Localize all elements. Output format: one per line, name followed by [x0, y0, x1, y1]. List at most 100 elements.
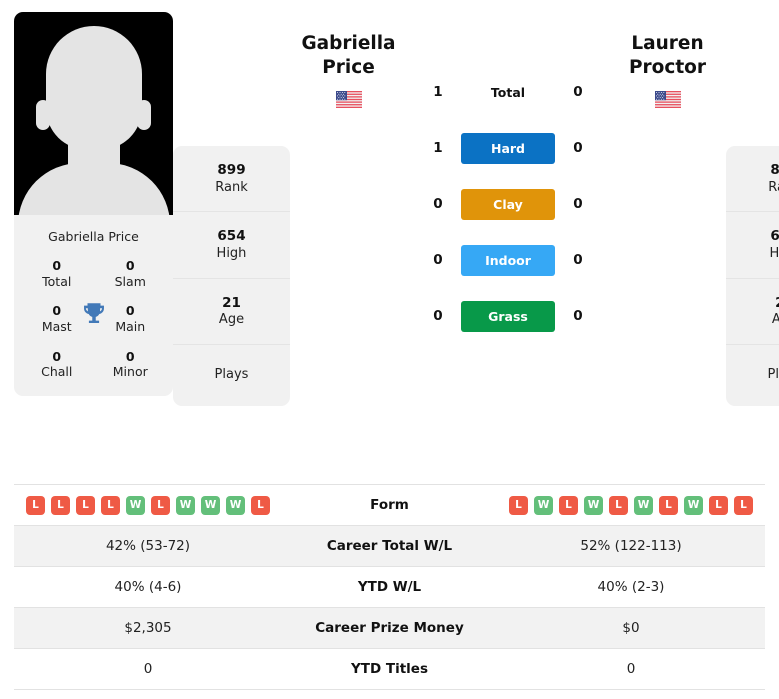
- table-row-ytd-wl: 40% (4-6) YTD W/L 40% (2-3): [14, 567, 765, 608]
- form-badge-win: W: [126, 495, 145, 515]
- form-badge-loss: L: [76, 495, 95, 515]
- avatar-body-shape: [17, 163, 170, 215]
- left-stat-rank: 899 Rank: [173, 146, 290, 213]
- left-title-minor-label: Minor: [112, 364, 148, 380]
- h2h-row-clay: 0 Clay 0: [415, 176, 601, 232]
- left-title-chall-value: 0: [52, 348, 62, 364]
- form-badge-loss: L: [51, 495, 70, 515]
- left-stat-rank-label: Rank: [215, 179, 248, 195]
- h2h-clay-surface-badge[interactable]: Clay: [461, 188, 555, 220]
- comparison-table: LLLLWLWWWL Form LWLWLWLWLL 42% (53-72) C…: [14, 484, 765, 690]
- form-badge-win: W: [584, 495, 603, 515]
- avatar-ear-right-shape: [137, 100, 151, 130]
- table-row-career-total-wl: 42% (53-72) Career Total W/L 52% (122-11…: [14, 526, 765, 567]
- left-title-slam-value: 0: [125, 258, 135, 273]
- left-stat-plays: Plays: [173, 345, 290, 406]
- player-comparison-page: Gabriella Price 0 Total 0 Slam 0 Mast 0 …: [0, 0, 779, 699]
- right-player-last-name: Proctor: [628, 57, 707, 79]
- form-badge-loss: L: [734, 495, 753, 515]
- row-label-ytd-wl: YTD W/L: [357, 579, 422, 595]
- right-stat-age: 27 Age: [726, 279, 779, 346]
- form-badge-win: W: [226, 495, 245, 515]
- form-badge-win: W: [634, 495, 653, 515]
- right-stat-plays-label: Plays: [767, 367, 779, 383]
- left-career-prize-money-value: $2,305: [124, 620, 172, 636]
- left-ytd-titles-value: 0: [143, 661, 153, 677]
- form-badge-loss: L: [559, 495, 578, 515]
- form-badge-loss: L: [101, 495, 120, 515]
- h2h-hard-surface-badge[interactable]: Hard: [461, 132, 555, 164]
- h2h-indoor-left-value: 0: [433, 252, 443, 268]
- left-title-minor-value: 0: [125, 348, 135, 364]
- row-label-form: Form: [370, 497, 409, 513]
- right-stat-rank-label: Rank: [768, 179, 779, 195]
- right-stat-rank-value: 872: [770, 162, 779, 178]
- right-stat-high-label: High: [769, 245, 779, 261]
- h2h-grass-surface-badge[interactable]: Grass: [461, 300, 555, 332]
- right-stat-age-label: Age: [771, 312, 779, 328]
- form-badge-loss: L: [151, 495, 170, 515]
- h2h-clay-left-value: 0: [433, 196, 443, 212]
- row-label-career-prize-money: Career Prize Money: [315, 620, 464, 636]
- right-career-prize-money-value: $0: [622, 620, 640, 636]
- h2h-clay-right-value: 0: [573, 196, 583, 212]
- right-player-first-name: Lauren: [631, 33, 704, 54]
- right-form-strip: LWLWLWLWLL: [503, 495, 759, 515]
- right-ytd-titles-value: 0: [626, 661, 636, 677]
- h2h-row-indoor: 0 Indoor 0: [415, 232, 601, 288]
- right-player-name-block: Lauren Proctor: [609, 12, 726, 109]
- form-badge-win: W: [176, 495, 195, 515]
- form-badge-win: W: [534, 495, 553, 515]
- left-form-cell: LLLLWLWWWL: [14, 486, 282, 525]
- right-stat-high: 606 High: [726, 212, 779, 279]
- trophy-icon: [81, 300, 107, 326]
- h2h-indoor-surface-badge[interactable]: Indoor: [461, 244, 555, 276]
- h2h-grass-left-value: 0: [433, 308, 443, 324]
- left-stat-rank-value: 899: [217, 162, 246, 178]
- table-row-career-prize-money: $2,305 Career Prize Money $0: [14, 608, 765, 649]
- h2h-grass-right-value: 0: [573, 308, 583, 324]
- left-player-first-name: Gabriella: [301, 33, 396, 54]
- left-title-minor: 0 Minor: [94, 349, 168, 380]
- left-stat-age-label: Age: [218, 312, 245, 328]
- row-label-ytd-titles: YTD Titles: [351, 661, 428, 677]
- form-badge-loss: L: [609, 495, 628, 515]
- h2h-hard-right-value: 0: [573, 140, 583, 156]
- right-stat-rank: 872 Rank: [726, 146, 779, 213]
- top-comparison-area: Gabriella Price 0 Total 0 Slam 0 Mast 0 …: [0, 0, 779, 470]
- left-player-stat-card: 899 Rank 654 High 21 Age Plays: [173, 146, 290, 407]
- left-player-name-block: Gabriella Price: [290, 12, 407, 109]
- h2h-row-grass: 0 Grass 0: [415, 288, 601, 344]
- left-player-photo-name: Gabriella Price: [48, 229, 139, 244]
- left-title-chall: 0 Chall: [20, 349, 94, 380]
- left-player-us-flag-icon: [290, 91, 407, 109]
- left-player-last-name: Price: [322, 57, 375, 79]
- right-stat-plays: Plays: [726, 345, 779, 406]
- left-form-strip: LLLLWLWWWL: [20, 495, 276, 515]
- left-player-titles-grid: 0 Total 0 Slam 0 Mast 0 Main 0 Chall 0 M…: [14, 256, 173, 396]
- form-badge-loss: L: [509, 495, 528, 515]
- form-badge-win: W: [201, 495, 220, 515]
- left-player-photo-card[interactable]: Gabriella Price 0 Total 0 Slam 0 Mast 0 …: [14, 12, 173, 396]
- left-ytd-wl-value: 40% (4-6): [114, 579, 182, 595]
- left-stat-age-value: 21: [222, 294, 241, 311]
- left-player-avatar: [14, 12, 173, 215]
- left-title-total-label: Total: [42, 273, 72, 289]
- right-form-cell: LWLWLWLWLL: [497, 486, 765, 525]
- table-row-form: LLLLWLWWWL Form LWLWLWLWLL: [14, 485, 765, 526]
- left-stat-plays-label: Plays: [214, 367, 249, 383]
- right-ytd-wl-value: 40% (2-3): [597, 579, 665, 595]
- right-player-us-flag-icon: [609, 91, 726, 109]
- left-title-total-value: 0: [52, 258, 62, 273]
- form-badge-loss: L: [709, 495, 728, 515]
- form-badge-win: W: [684, 495, 703, 515]
- form-badge-loss: L: [659, 495, 678, 515]
- form-badge-loss: L: [26, 495, 45, 515]
- form-badge-loss: L: [251, 495, 270, 515]
- left-stat-high: 654 High: [173, 212, 290, 279]
- table-row-ytd-titles: 0 YTD Titles 0: [14, 649, 765, 690]
- h2h-indoor-right-value: 0: [573, 252, 583, 268]
- left-title-slam-label: Slam: [114, 273, 146, 289]
- left-title-chall-label: Chall: [41, 364, 73, 380]
- right-career-total-wl-value: 52% (122-113): [580, 538, 682, 554]
